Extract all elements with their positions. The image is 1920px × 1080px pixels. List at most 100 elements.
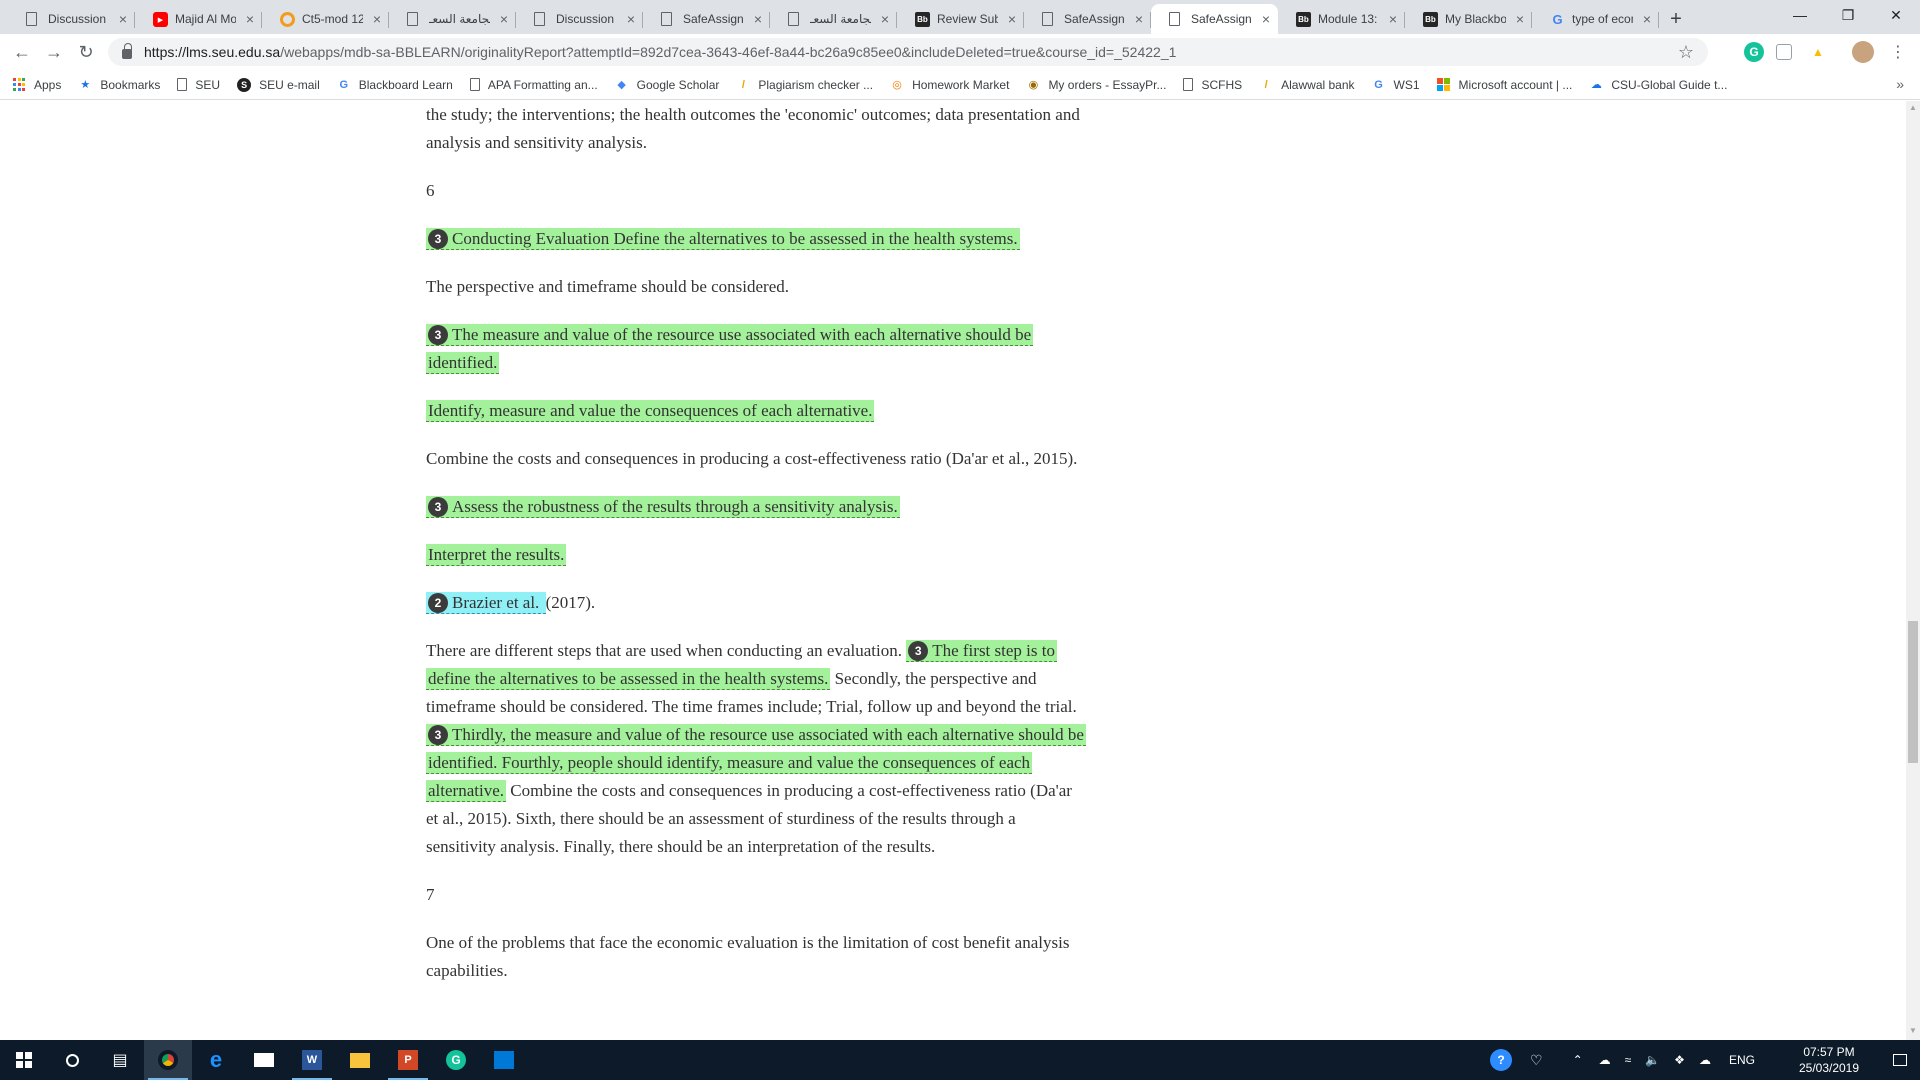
browser-tab[interactable]: ▶ Majid Al Mo × (135, 4, 262, 34)
match-source-badge[interactable]: 3 (428, 229, 448, 249)
volume-icon[interactable]: 🔈 (1645, 1053, 1660, 1067)
match-source-badge[interactable]: 3 (908, 641, 929, 661)
bookmarks-overflow-button[interactable]: » (1896, 76, 1904, 92)
blackboard-icon: Bb (1423, 12, 1438, 27)
matched-text[interactable]: 3 Assess the robustness of the results th… (426, 496, 900, 518)
task-view-button[interactable]: ▤ (96, 1040, 144, 1080)
grammarly-extension-icon[interactable]: G (1744, 42, 1764, 62)
taskbar-edge[interactable]: e (192, 1040, 240, 1080)
bookmark-item[interactable]: / Alawwal bank (1259, 77, 1355, 92)
onedrive-icon[interactable]: ☁ (1599, 1053, 1611, 1067)
restore-button[interactable]: ❐ (1824, 0, 1872, 30)
browser-tab[interactable]: Bb Module 13: I × (1278, 4, 1405, 34)
tab-close-icon[interactable]: × (246, 11, 254, 27)
bookmark-item[interactable]: SEU (177, 78, 220, 92)
match-source-badge[interactable]: 3 (428, 725, 448, 745)
address-bar[interactable]: https://lms.seu.edu.sa/webapps/mdb-sa-BB… (108, 38, 1708, 66)
browser-tab[interactable]: SafeAssign O × (1024, 4, 1151, 34)
matched-text[interactable]: 3 Conducting Evaluation Define the altern… (426, 228, 1020, 250)
bookmark-item[interactable]: ☁ CSU-Global Guide t... (1589, 78, 1728, 92)
tab-close-icon[interactable]: × (1516, 11, 1524, 27)
tab-close-icon[interactable]: × (1389, 11, 1397, 27)
match-source-badge[interactable]: 2 (428, 593, 448, 613)
profile-avatar[interactable] (1852, 41, 1874, 63)
chevron-up-icon[interactable]: ⌃ (1573, 1053, 1583, 1067)
tab-close-icon[interactable]: × (373, 11, 381, 27)
browser-tab[interactable]: Discussion B × (8, 4, 135, 34)
tab-close-icon[interactable]: × (627, 11, 635, 27)
wifi-icon[interactable]: ≈ (1625, 1053, 1632, 1067)
bookmark-item[interactable]: G Blackboard Learn (337, 78, 452, 92)
browser-tab[interactable]: Ct5-mod 12 × (262, 4, 389, 34)
tab-close-icon[interactable]: × (1008, 11, 1016, 27)
scrollbar-thumb[interactable] (1908, 621, 1918, 763)
search-button[interactable] (48, 1040, 96, 1080)
new-tab-button[interactable]: + (1659, 4, 1693, 34)
tab-close-icon[interactable]: × (1262, 11, 1270, 27)
document-icon (1183, 78, 1194, 91)
tab-close-icon[interactable]: × (500, 11, 508, 27)
drive-extension-icon[interactable]: ▲ (1808, 42, 1828, 62)
minimize-button[interactable]: — (1776, 0, 1824, 30)
forward-button[interactable]: → (38, 36, 70, 68)
bookmark-item[interactable]: / Plagiarism checker ... (736, 78, 873, 92)
browser-tab[interactable]: Bb My Blackboa × (1405, 4, 1532, 34)
matched-text-citation[interactable]: 2 Brazier et al. (426, 592, 546, 614)
page-scrollbar[interactable]: ▲ ▼ (1906, 101, 1920, 1040)
tab-close-icon[interactable]: × (119, 11, 127, 27)
matched-text[interactable]: Interpret the results. (426, 544, 567, 566)
menu-kebab-icon[interactable]: ⋮ (1888, 42, 1908, 62)
page-content: the study; the interventions; the health… (0, 101, 1906, 1040)
taskbar-powerpoint[interactable]: P (384, 1040, 432, 1080)
tab-close-icon[interactable]: × (1643, 11, 1651, 27)
bookmark-item[interactable]: SCFHS (1183, 78, 1242, 92)
matched-text[interactable]: 3 The measure and value of the resource u… (426, 324, 1034, 374)
clock[interactable]: 07:57 PM 25/03/2019 (1794, 1044, 1864, 1076)
bookmark-item[interactable]: G WS1 (1372, 78, 1419, 92)
powerpoint-icon: P (398, 1050, 418, 1070)
close-window-button[interactable]: ✕ (1872, 0, 1920, 30)
bookmark-item[interactable]: Microsoft account | ... (1437, 78, 1572, 92)
dropbox-icon[interactable]: ❖ (1674, 1053, 1685, 1067)
start-button[interactable] (0, 1040, 48, 1080)
browser-tab[interactable]: الجامعة السعـ × (770, 4, 897, 34)
taskbar-file-explorer[interactable] (336, 1040, 384, 1080)
scroll-up-arrow-icon[interactable]: ▲ (1906, 103, 1920, 115)
browser-tab[interactable]: SafeAssign O × (643, 4, 770, 34)
tab-close-icon[interactable]: × (754, 11, 762, 27)
match-source-badge[interactable]: 3 (428, 325, 448, 345)
tab-close-icon[interactable]: × (881, 11, 889, 27)
extension-icon[interactable] (1776, 44, 1792, 60)
language-indicator[interactable]: ENG (1729, 1053, 1755, 1067)
taskbar-store[interactable] (480, 1040, 528, 1080)
bookmark-item[interactable]: APA Formatting an... (469, 78, 598, 92)
tab-title: SafeAssign O (1191, 12, 1252, 26)
browser-tab[interactable]: SafeAssign O × (1151, 4, 1278, 34)
bookmark-item[interactable]: ★ Bookmarks (78, 78, 160, 92)
cloud-icon[interactable]: ☁ (1699, 1053, 1711, 1067)
bookmark-item[interactable]: ◆ Google Scholar (615, 78, 719, 92)
bookmark-item[interactable]: ◉ My orders - EssayPr... (1026, 78, 1167, 92)
matched-text[interactable]: Identify, measure and value the conseque… (426, 400, 875, 422)
bookmark-item[interactable]: Apps (12, 78, 61, 92)
browser-tab[interactable]: Bb Review Subm × (897, 4, 1024, 34)
people-icon[interactable]: ♡ (1530, 1052, 1543, 1069)
scroll-down-arrow-icon[interactable]: ▼ (1906, 1026, 1920, 1038)
taskbar-word[interactable]: W (288, 1040, 336, 1080)
notifications-button[interactable] (1880, 1040, 1920, 1080)
browser-tab[interactable]: الجامعة السعـ × (389, 4, 516, 34)
match-source-badge[interactable]: 3 (428, 497, 448, 517)
tab-close-icon[interactable]: × (1135, 11, 1143, 27)
bookmark-item[interactable]: ◎ Homework Market (890, 78, 1009, 92)
bookmark-star-icon[interactable]: ☆ (1678, 42, 1694, 63)
taskbar-mail[interactable] (240, 1040, 288, 1080)
browser-tab[interactable]: Discussion B × (516, 4, 643, 34)
back-button[interactable]: ← (6, 36, 38, 68)
help-icon[interactable]: ? (1490, 1049, 1512, 1071)
browser-tab[interactable]: Gtype of econ × (1532, 4, 1659, 34)
bookmark-label: Alawwal bank (1281, 77, 1355, 92)
bookmark-item[interactable]: S SEU e-mail (237, 77, 320, 92)
taskbar-chrome[interactable] (144, 1040, 192, 1080)
reload-button[interactable]: ↻ (70, 36, 102, 68)
taskbar-grammarly[interactable]: G (432, 1040, 480, 1080)
